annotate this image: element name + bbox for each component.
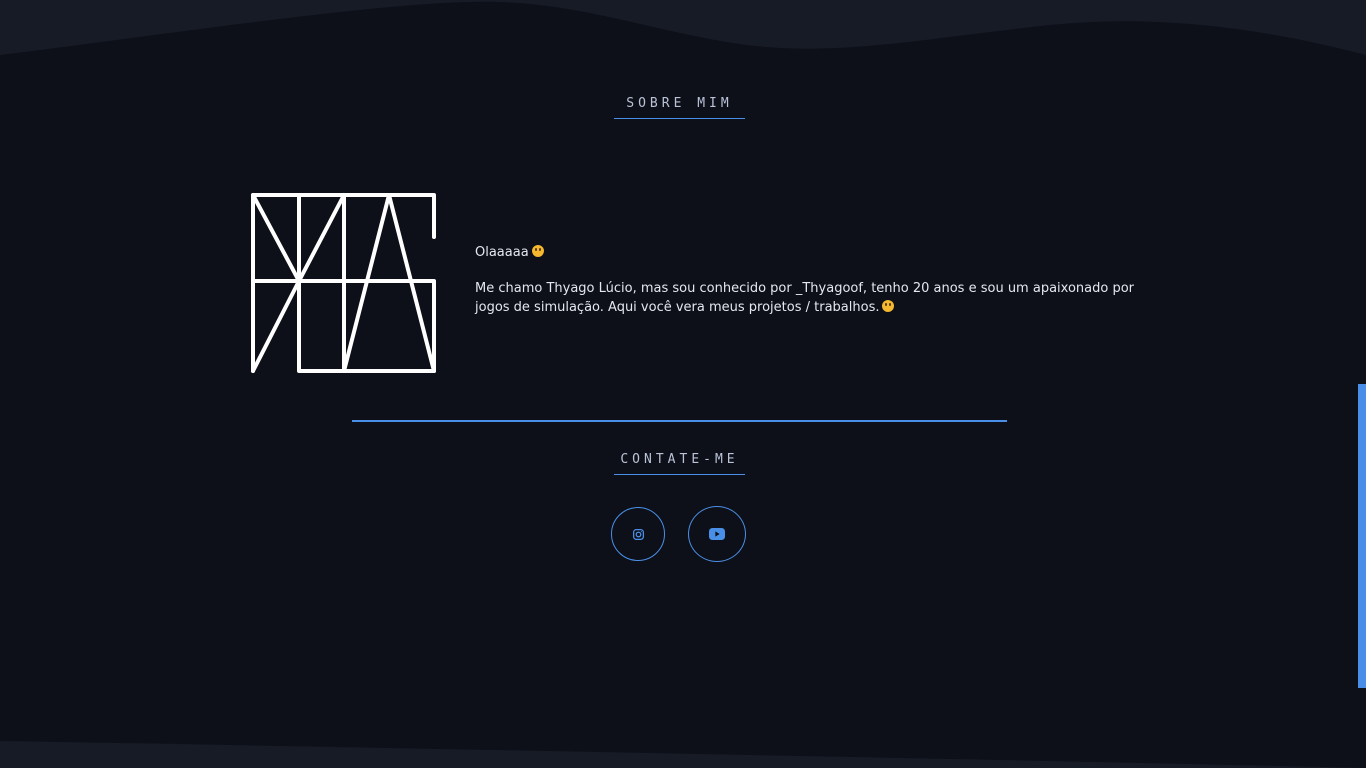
bottom-wave-decoration: [0, 741, 1366, 768]
youtube-icon: [709, 528, 725, 540]
youtube-button[interactable]: [688, 506, 746, 562]
section-divider: [352, 420, 1007, 422]
instagram-icon: [632, 528, 644, 540]
bio-text: Me chamo Thyago Lúcio, mas sou conhecido…: [475, 281, 1134, 315]
top-wave-decoration: [0, 0, 1366, 55]
greeting-text: Olaaaaa: [475, 245, 529, 260]
contact-heading: CONTATE-ME: [614, 452, 745, 475]
bio-line: Me chamo Thyago Lúcio, mas sou conhecido…: [475, 279, 1135, 317]
smiley-emoji-icon: [531, 245, 544, 257]
greeting-line: Olaaaaa: [475, 243, 1135, 262]
smiling-emoji-icon: [882, 300, 895, 312]
about-heading: SOBRE MIM: [614, 96, 745, 119]
scrollbar-thumb[interactable]: [1358, 384, 1366, 688]
instagram-button[interactable]: [611, 507, 665, 561]
logo: [251, 193, 436, 373]
about-text: Olaaaaa Me chamo Thyago Lúcio, mas sou c…: [475, 243, 1135, 317]
page: SOBRE MIM Olaaaaa Me chamo Thyago Lúcio,…: [0, 0, 1366, 768]
